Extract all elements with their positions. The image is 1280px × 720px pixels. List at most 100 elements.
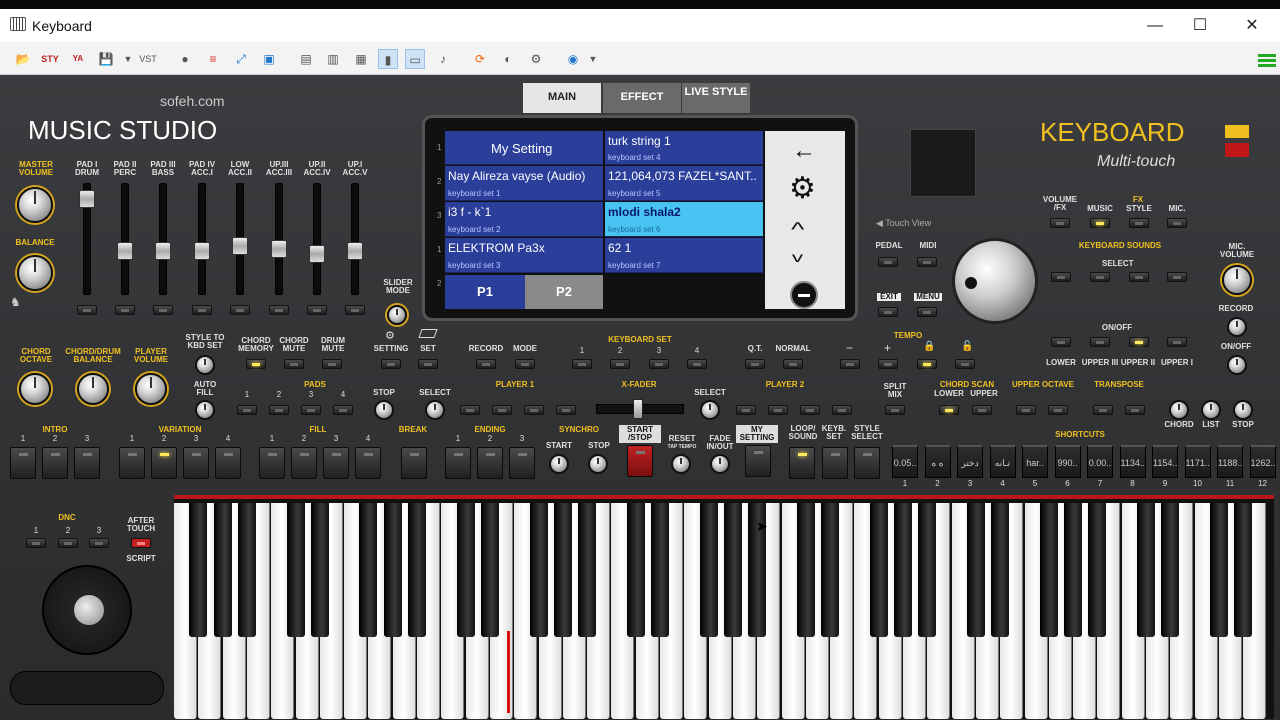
channel-5-mute-button[interactable] (230, 305, 250, 315)
channel-3-fader[interactable] (155, 242, 171, 260)
screen-icon[interactable]: ▭ (405, 49, 425, 69)
back-arrow-icon[interactable]: ← (792, 137, 816, 165)
style-select-button[interactable] (854, 447, 880, 479)
intro-2-button[interactable] (42, 447, 68, 479)
master-volume-knob[interactable] (17, 187, 53, 223)
shortcut-5-button[interactable]: har.. (1022, 445, 1048, 478)
shortcut-12-button[interactable]: 1262.. (1249, 445, 1276, 478)
start-stop-button[interactable] (627, 445, 653, 477)
settings-gear-icon[interactable]: ⚙ (526, 49, 546, 69)
tempo-plus-button[interactable] (878, 359, 898, 369)
black-key[interactable] (991, 503, 1010, 637)
mic-onoff-knob[interactable] (1227, 355, 1247, 375)
fade-knob[interactable] (710, 454, 730, 474)
black-key[interactable] (1161, 503, 1180, 637)
theme-icon[interactable]: ◐ (498, 49, 518, 69)
channel-5-fader[interactable] (232, 237, 248, 255)
refresh-icon[interactable]: ⟳ (470, 49, 490, 69)
pad-4-button[interactable] (333, 405, 353, 415)
shortcut-2-button[interactable]: ه ه (924, 445, 951, 478)
fx-music-button[interactable] (1090, 218, 1110, 228)
screen-setting-left-1[interactable]: Nay Alireza vayse (Audio) keyboard set 1 (445, 166, 603, 201)
minus-circle-icon[interactable] (790, 281, 818, 309)
pad-1-button[interactable] (237, 405, 257, 415)
exit-button[interactable] (878, 307, 898, 317)
black-key[interactable] (1088, 503, 1107, 637)
screen-setting-right-2[interactable]: mlodi shala2 keyboard set 6 (605, 202, 763, 237)
style-icon[interactable]: STY (40, 49, 60, 69)
touch-pad[interactable] (910, 129, 976, 197)
chart-icon[interactable]: ▤ (296, 49, 316, 69)
black-key[interactable] (383, 503, 402, 637)
channel-7-mute-button[interactable] (307, 305, 327, 315)
screen-setting-right-0[interactable]: turk string 1 keyboard set 4 (605, 131, 763, 165)
variation-2-button[interactable] (151, 447, 177, 479)
style-to-kbd-knob[interactable] (195, 355, 215, 375)
stop-knob[interactable] (1233, 400, 1253, 420)
tab-live-style[interactable]: LIVE STYLE (682, 83, 750, 113)
tab-effect[interactable]: EFFECT (603, 83, 681, 113)
ending-3-button[interactable] (509, 447, 535, 479)
mic-record-knob[interactable] (1227, 317, 1247, 337)
colors-icon[interactable]: ● (175, 49, 195, 69)
fill-3-button[interactable] (323, 447, 349, 479)
ending-2-button[interactable] (477, 447, 503, 479)
black-key[interactable] (359, 503, 378, 637)
transpose-sharp-button[interactable] (1125, 405, 1145, 415)
shortcut-1-button[interactable]: 0.05.. (892, 445, 918, 478)
note-icon[interactable]: ♪ (433, 49, 453, 69)
keyboard-set-1-button[interactable] (572, 359, 592, 369)
chord-drum-balance-knob[interactable] (77, 373, 109, 405)
slider-mode-knob[interactable] (387, 305, 407, 325)
screen-setting-left-2[interactable]: i3 f - k`1 keyboard set 2 (445, 202, 603, 237)
shortcut-8-button[interactable]: 1134.. (1119, 445, 1146, 478)
player-transport-2-button[interactable] (492, 405, 512, 415)
channel-2-mute-button[interactable] (115, 305, 135, 315)
pitch-bend-strip[interactable] (10, 671, 164, 705)
drum-mute-button[interactable] (322, 359, 342, 369)
black-key[interactable] (918, 503, 937, 637)
channel-1-mute-button[interactable] (77, 305, 97, 315)
player1-select-knob[interactable] (425, 400, 445, 420)
intro-1-button[interactable] (10, 447, 36, 479)
gear-icon[interactable]: ⚙ (789, 171, 816, 206)
mixer-icon[interactable]: ▥ (323, 49, 343, 69)
globe-icon[interactable]: ◉ (563, 49, 583, 69)
channel-8-mute-button[interactable] (345, 305, 365, 315)
black-key[interactable] (553, 503, 572, 637)
set-button[interactable] (418, 359, 438, 369)
menu-icon[interactable] (1258, 54, 1276, 57)
chord-mute-button[interactable] (284, 359, 304, 369)
shortcut-7-button[interactable]: 0.00.. (1087, 445, 1113, 478)
black-key[interactable] (626, 503, 645, 637)
tempo-lock-button[interactable] (917, 359, 937, 369)
split-mix-button[interactable] (885, 405, 905, 415)
keyb-set-button[interactable] (822, 447, 848, 479)
balance-knob[interactable] (17, 255, 53, 291)
black-key[interactable] (1209, 503, 1228, 637)
pad-3-button[interactable] (301, 405, 321, 415)
black-key[interactable] (310, 503, 329, 637)
dnc-2-button[interactable] (58, 538, 78, 548)
black-key[interactable] (699, 503, 718, 637)
after-touch-button[interactable] (131, 538, 151, 548)
variation-3-button[interactable] (183, 447, 209, 479)
synchro-start-knob[interactable] (549, 454, 569, 474)
tab-main[interactable]: MAIN (523, 83, 601, 113)
black-key[interactable] (237, 503, 256, 637)
lower-onoff-button[interactable] (1051, 337, 1071, 347)
mode-button[interactable] (515, 359, 535, 369)
black-key[interactable] (189, 503, 208, 637)
black-key[interactable] (213, 503, 232, 637)
player-transport-7-button[interactable] (800, 405, 820, 415)
volume-fx-button[interactable] (1050, 218, 1070, 228)
minimize-button[interactable]: — (1135, 15, 1175, 37)
vst-icon[interactable]: VST (138, 49, 158, 69)
player-volume-knob[interactable] (135, 373, 167, 405)
shortcut-11-button[interactable]: 1188.. (1217, 445, 1243, 478)
ks-select-3[interactable] (1129, 272, 1149, 282)
tempo-unlock-button[interactable] (955, 359, 975, 369)
screen-setting-right-1[interactable]: 121,064,073 FAZEL*SANT.. keyboard set 5 (605, 166, 763, 201)
chord-scan-upper-button[interactable] (972, 405, 992, 415)
chord-scan-lower-button[interactable] (939, 405, 959, 415)
